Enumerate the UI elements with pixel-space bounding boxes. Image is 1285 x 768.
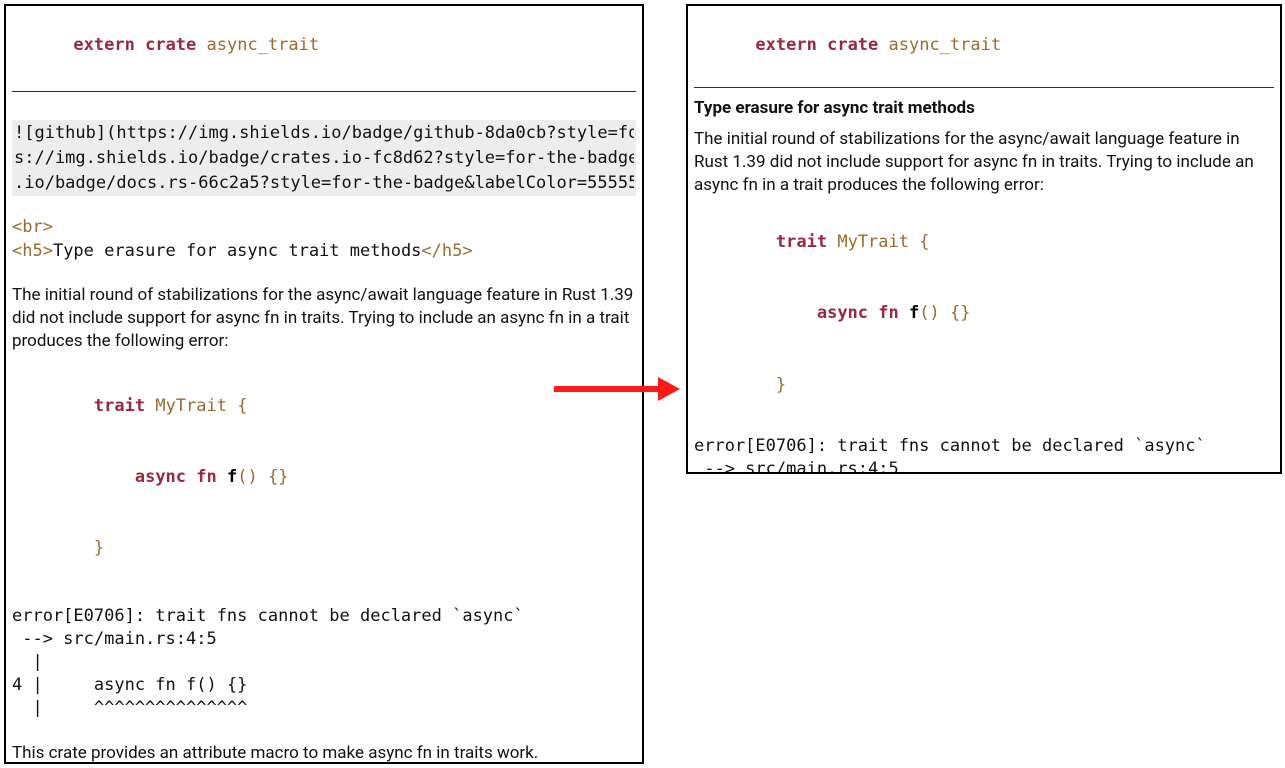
comparison-stage: extern crate async_trait ![github](https… [0,0,1285,768]
badge-markdown-block: ![github](https://img.shields.io/badge/g… [12,120,636,196]
kw-crate: crate [145,35,196,55]
rendered-panel: extern crate async_trait Type erasure fo… [686,4,1282,474]
h5-open-tag: <h5> [12,241,53,261]
header-code-line: extern crate async_trait [694,10,1274,81]
h5-text: Type erasure for async trait methods [53,241,421,261]
kw-extern: extern [73,35,134,55]
intro-paragraph: The initial round of stabilizations for … [12,284,636,353]
badge-line-1: ![github](https://img.shields.io/badge/g… [14,121,634,146]
id-async-trait: async_trait [207,35,320,55]
intro-paragraph: The initial round of stabilizations for … [694,128,1274,197]
kw-crate: crate [827,35,878,55]
divider [12,91,636,92]
h5-source-line: <h5>Type erasure for async trait methods… [12,240,636,264]
source-panel: extern crate async_trait ![github](https… [4,4,644,764]
compiler-error-block: error[E0706]: trait fns cannot be declar… [694,435,1274,474]
br-tag-1: <br> [12,216,636,240]
badge-line-3: .io/badge/docs.rs-66c2a5?style=for-the-b… [14,171,634,196]
compiler-error-block: error[E0706]: trait fns cannot be declar… [12,605,636,720]
arrow-icon [554,374,686,404]
section-heading: Type erasure for async trait methods [694,98,1274,118]
badge-line-2: s://img.shields.io/badge/crates.io-fc8d6… [14,146,634,171]
macro-paragraph: This crate provides an attribute macro t… [12,742,636,764]
kw-extern: extern [755,35,816,55]
trait-code-block: trait MyTrait { async fn f() {} } [694,207,1274,421]
trait-code-block: trait MyTrait { async fn f() {} } [12,371,636,585]
id-async-trait: async_trait [889,35,1002,55]
header-code-line: extern crate async_trait [12,10,636,81]
h5-close-tag: </h5> [421,241,472,261]
divider [694,87,1274,88]
